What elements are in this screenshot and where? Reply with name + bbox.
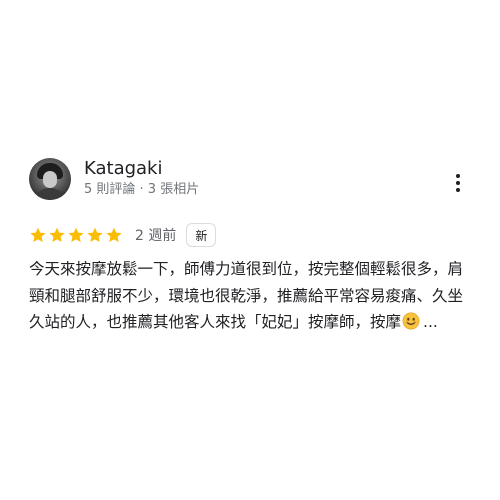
smiling-face-icon [402,312,420,330]
star-icon [68,227,84,243]
star-icon [106,227,122,243]
rating-row: 2 週前 新 [29,222,217,248]
more-vert-icon [456,174,460,178]
reviewer-name[interactable]: Katagaki [84,158,163,180]
review-body: 今天來按摩放鬆一下，師傅力道很到位，按完整個輕鬆很多，肩頸和腿部舒服不少，環境也… [29,260,464,331]
more-vert-dot [456,181,460,185]
star-rating [29,226,123,244]
more-options-button[interactable] [448,170,468,196]
avatar-body [35,188,65,200]
review-card: Katagaki 5 則評論 · 3 張相片 2 週前 新 今天來按摩放鬆一下，… [0,0,500,500]
review-date: 2 週前 [135,228,177,244]
star-icon [30,227,46,243]
reviewer-meta: 5 則評論 · 3 張相片 [84,182,200,197]
read-more-link[interactable]: ... [423,313,438,331]
star-icon [87,227,103,243]
new-badge: 新 [186,223,217,247]
review-text: 今天來按摩放鬆一下，師傅力道很到位，按完整個輕鬆很多，肩頸和腿部舒服不少，環境也… [29,256,474,336]
more-vert-dot [456,188,460,192]
avatar-face [43,171,57,188]
reviewer-avatar[interactable] [29,158,71,200]
star-icon [49,227,65,243]
